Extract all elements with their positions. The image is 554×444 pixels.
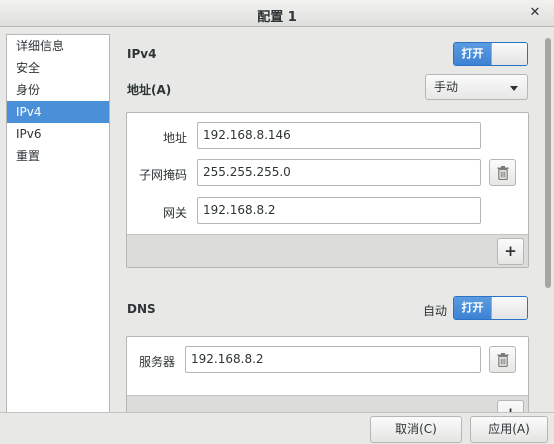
sidebar-item-ipv4[interactable]: IPv4: [7, 101, 109, 123]
address-panel: 地址 192.168.8.146 子网掩码 255.255.255.0 网关 1…: [126, 112, 529, 268]
method-dropdown[interactable]: 手动: [425, 74, 528, 100]
sidebar-item-reset[interactable]: 重置: [7, 145, 109, 167]
netmask-field[interactable]: 255.255.255.0: [197, 159, 481, 186]
sidebar-item-ipv6[interactable]: IPv6: [7, 123, 109, 145]
scrollbar-thumb[interactable]: [545, 38, 551, 288]
window-title: 配置 1: [257, 10, 297, 25]
ipv4-toggle-label: 打开: [454, 43, 491, 65]
delete-dns-button[interactable]: [489, 346, 516, 373]
settings-content: IPv4 打开 地址(A) 手动 地址 192.168.8.146 子网掩码 2…: [110, 28, 542, 412]
scrollbar[interactable]: [542, 28, 554, 412]
address-label: 地址: [162, 131, 187, 145]
dns-server-field[interactable]: 192.168.8.2: [185, 346, 481, 373]
toggle-knob: [491, 297, 527, 319]
title-bar: 配置 1 ✕: [0, 0, 554, 27]
trash-icon: [497, 166, 509, 180]
gateway-field[interactable]: 192.168.8.2: [197, 197, 481, 224]
dns-heading: DNS: [127, 302, 156, 316]
trash-icon: [497, 353, 509, 367]
delete-address-button[interactable]: [489, 159, 516, 186]
sidebar: 详细信息 安全 身份 IPv4 IPv6 重置: [6, 34, 110, 414]
sidebar-item-details[interactable]: 详细信息: [7, 35, 109, 57]
cancel-button[interactable]: 取消(C): [370, 416, 462, 443]
dns-auto-label: 自动: [423, 304, 448, 318]
ipv4-toggle[interactable]: 打开: [453, 42, 528, 66]
address-field[interactable]: 192.168.8.146: [197, 122, 481, 149]
chevron-down-icon: [510, 86, 518, 91]
dns-panel-footer: +: [127, 395, 528, 412]
add-address-button[interactable]: +: [497, 238, 524, 265]
button-bar: 取消(C) 应用(A): [0, 412, 554, 444]
dns-toggle-label: 打开: [454, 297, 491, 319]
ipv4-heading: IPv4: [127, 47, 157, 61]
sidebar-item-security[interactable]: 安全: [7, 57, 109, 79]
apply-button[interactable]: 应用(A): [470, 416, 548, 443]
dns-server-label: 服务器: [138, 355, 175, 369]
method-value: 手动: [434, 80, 459, 94]
gateway-label: 网关: [162, 206, 187, 220]
sidebar-item-identity[interactable]: 身份: [7, 79, 109, 101]
close-icon[interactable]: ✕: [526, 4, 544, 22]
dns-auto-toggle[interactable]: 打开: [453, 296, 528, 320]
address-heading: 地址(A): [127, 83, 172, 97]
netmask-label: 子网掩码: [138, 168, 187, 182]
dns-panel: 服务器 192.168.8.2 +: [126, 336, 529, 412]
address-panel-footer: +: [127, 234, 528, 267]
toggle-knob: [491, 43, 527, 65]
add-dns-button[interactable]: +: [497, 400, 524, 412]
